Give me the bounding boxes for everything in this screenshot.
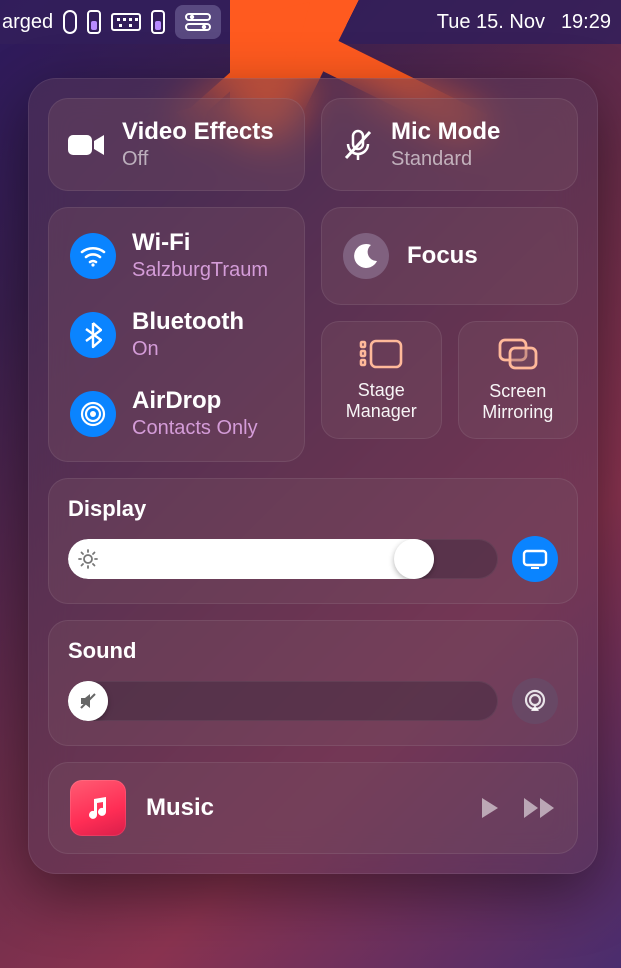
stage-manager-icon — [359, 338, 403, 370]
mic-mode-tile[interactable]: Mic Mode Standard — [321, 98, 578, 191]
airdrop-row[interactable]: AirDrop Contacts Only — [70, 387, 283, 440]
video-effects-title: Video Effects — [122, 118, 274, 146]
sound-slider[interactable] — [68, 681, 498, 721]
mic-mode-title: Mic Mode — [391, 118, 500, 146]
sound-label: Sound — [68, 638, 558, 664]
siri-icon[interactable] — [257, 9, 283, 35]
sound-tile: Sound — [48, 620, 578, 746]
menubar: arged Tue 15. Nov 19:29 — [0, 0, 621, 44]
bluetooth-row[interactable]: Bluetooth On — [70, 308, 283, 361]
screen-mirroring-label: Screen Mirroring — [462, 381, 575, 423]
display-expand-icon — [522, 549, 548, 569]
music-tile[interactable]: Music — [48, 762, 578, 854]
airplay-audio-icon — [522, 689, 548, 713]
menubar-time[interactable]: 19:29 — [561, 11, 611, 34]
display-tile: Display — [48, 478, 578, 604]
play-icon — [476, 795, 502, 821]
screen-mirroring-icon — [496, 337, 540, 371]
airdrop-status: Contacts Only — [132, 417, 258, 440]
moon-icon[interactable] — [343, 233, 389, 279]
music-title: Music — [146, 794, 214, 822]
airplay-audio-button[interactable] — [512, 678, 558, 724]
privacy-indicator-dot — [237, 17, 247, 27]
sun-icon — [78, 549, 98, 569]
control-center-panel: Video Effects Off Mic Mode Standard — [28, 78, 598, 874]
video-effects-status: Off — [122, 148, 274, 171]
control-center-button[interactable] — [175, 5, 221, 39]
airdrop-title: AirDrop — [132, 387, 258, 415]
video-effects-tile[interactable]: Video Effects Off — [48, 98, 305, 191]
display-label: Display — [68, 496, 558, 522]
wifi-status: SalzburgTraum — [132, 259, 268, 282]
wifi-row[interactable]: Wi-Fi SalzburgTraum — [70, 229, 283, 282]
next-button[interactable] — [522, 795, 556, 821]
music-app-icon — [70, 780, 126, 836]
wifi-title: Wi-Fi — [132, 229, 268, 257]
mic-mode-status: Standard — [391, 148, 500, 171]
fast-forward-icon — [522, 795, 556, 821]
focus-title: Focus — [407, 242, 478, 270]
focus-tile[interactable]: Focus — [321, 207, 578, 305]
speaker-muted-icon — [78, 691, 98, 711]
menubar-date[interactable]: Tue 15. Nov — [437, 11, 545, 34]
airdrop-icon[interactable] — [70, 391, 116, 437]
battery-level-icon[interactable] — [87, 10, 101, 34]
keyboard-icon[interactable] — [111, 13, 141, 31]
mouse-icon[interactable] — [63, 10, 77, 34]
bluetooth-status: On — [132, 338, 244, 361]
wifi-icon[interactable] — [70, 233, 116, 279]
display-slider[interactable] — [68, 539, 498, 579]
bluetooth-icon[interactable] — [70, 312, 116, 358]
battery-level-icon-2[interactable] — [151, 10, 165, 34]
mic-muted-icon — [341, 128, 375, 162]
bluetooth-title: Bluetooth — [132, 308, 244, 336]
right-column: Focus Stage Manager Screen Mirroring — [321, 207, 578, 462]
stage-manager-label: Stage Manager — [325, 380, 438, 422]
connectivity-tile: Wi-Fi SalzburgTraum Bluetooth On — [48, 207, 305, 462]
play-button[interactable] — [476, 795, 502, 821]
screen-mirroring-tile[interactable]: Screen Mirroring — [458, 321, 579, 439]
stage-manager-tile[interactable]: Stage Manager — [321, 321, 442, 439]
menubar-charged-text: arged — [2, 11, 53, 34]
video-icon — [68, 131, 106, 159]
control-center-icon — [185, 13, 211, 31]
display-expand-button[interactable] — [512, 536, 558, 582]
